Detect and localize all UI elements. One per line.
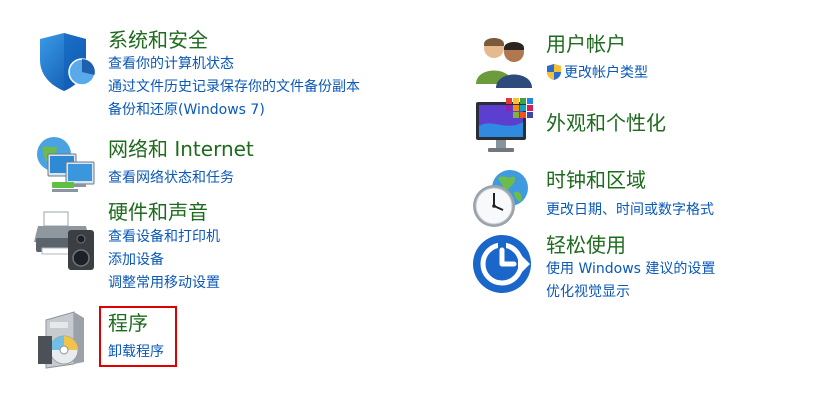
view-network-status-link[interactable]: 查看网络状态和任务 <box>108 169 234 187</box>
printer-speaker-icon <box>34 211 94 270</box>
clock-globe-icon <box>473 170 528 227</box>
user-accounts-title[interactable]: 用户帐户 <box>546 32 626 56</box>
users-icon <box>476 38 532 88</box>
programs-disc-icon <box>38 311 84 369</box>
network-internet-title[interactable]: 网络和 Internet <box>108 137 254 161</box>
optimize-visual-display-link[interactable]: 优化视觉显示 <box>546 283 630 301</box>
view-devices-printers-link[interactable]: 查看设备和打印机 <box>108 228 220 246</box>
network-globe-icon <box>37 137 95 192</box>
uac-shield-icon <box>547 64 561 80</box>
change-account-type-link[interactable]: 更改帐户类型 <box>564 64 648 82</box>
ease-of-access-icon <box>473 235 531 293</box>
add-device-link[interactable]: 添加设备 <box>108 251 164 269</box>
file-history-backup-link[interactable]: 通过文件历史记录保存你的文件备份副本 <box>108 78 360 96</box>
ease-of-access-title[interactable]: 轻松使用 <box>546 233 626 257</box>
backup-restore-link[interactable]: 备份和还原(Windows 7) <box>108 101 265 119</box>
mobility-settings-link[interactable]: 调整常用移动设置 <box>108 274 220 292</box>
view-computer-status-link[interactable]: 查看你的计算机状态 <box>108 55 234 73</box>
appearance-personalization-title[interactable]: 外观和个性化 <box>546 111 666 135</box>
hardware-sound-title[interactable]: 硬件和声音 <box>108 200 208 224</box>
system-security-title[interactable]: 系统和安全 <box>108 28 208 52</box>
programs-highlight-box <box>99 306 177 367</box>
clock-region-title[interactable]: 时钟和区域 <box>546 168 646 192</box>
shield-pie-icon <box>40 33 96 91</box>
appearance-monitor-icon <box>476 98 533 152</box>
control-panel-category-view: 系统和安全 查看你的计算机状态 通过文件历史记录保存你的文件备份副本 备份和还原… <box>0 0 815 419</box>
recommended-settings-link[interactable]: 使用 Windows 建议的设置 <box>546 260 715 278</box>
change-date-time-format-link[interactable]: 更改日期、时间或数字格式 <box>546 201 714 219</box>
